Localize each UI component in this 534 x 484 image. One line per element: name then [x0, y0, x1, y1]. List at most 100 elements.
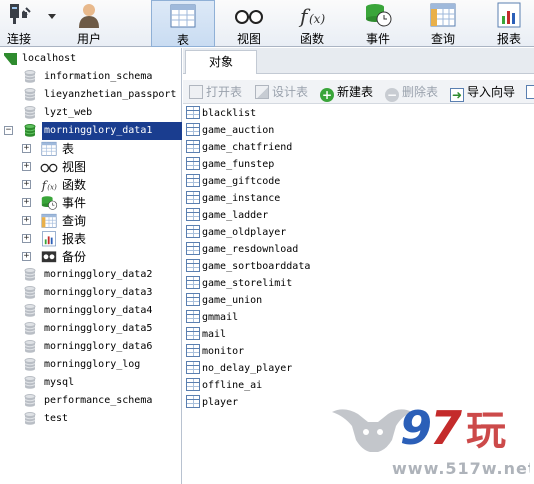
tree-node-5[interactable]: 报表: [62, 230, 86, 248]
table-icon: [186, 327, 200, 340]
table-list-item[interactable]: game_resdownload: [186, 241, 298, 258]
design-table-button[interactable]: 设计表: [255, 83, 308, 101]
table-icon: [186, 174, 200, 187]
toolbar-user-button[interactable]: 用户: [70, 0, 108, 47]
table-icon: [186, 157, 200, 170]
tree-node-1[interactable]: 视图: [62, 158, 86, 176]
database-item[interactable]: morningglory_data5: [44, 320, 152, 338]
table-list-item[interactable]: mail: [186, 326, 226, 343]
toolbar-query-button[interactable]: 查询: [418, 0, 468, 47]
table-icon: [186, 276, 200, 289]
table-list-item[interactable]: game_giftcode: [186, 173, 280, 190]
open-table-button[interactable]: 打开表: [189, 83, 242, 101]
function-fx-icon: f (x): [40, 177, 58, 193]
table-list-item[interactable]: monitor: [186, 343, 244, 360]
database-item[interactable]: morningglory_data3: [44, 284, 152, 302]
table-list-item[interactable]: game_chatfriend: [186, 139, 292, 156]
table-list-item[interactable]: game_instance: [186, 190, 280, 207]
table-list-item[interactable]: no_delay_player: [186, 360, 292, 377]
table-icon: [186, 191, 200, 204]
expand-toggle-icon[interactable]: +: [22, 234, 31, 243]
table-name: offline_ai: [202, 380, 263, 391]
database-item[interactable]: information_schema: [44, 68, 152, 86]
table-name: no_delay_player: [202, 363, 293, 374]
function-fx-icon: f (x): [297, 2, 327, 28]
database-item[interactable]: lyzt_web: [44, 104, 92, 122]
main-toolbar: 连接 用户 表 视图 f (x) 函数 事件 查询 报表: [0, 0, 534, 47]
database-item[interactable]: mysql: [44, 374, 74, 392]
collapse-toggle-icon[interactable]: −: [4, 126, 13, 135]
table-list-item[interactable]: game_storelimit: [186, 275, 292, 292]
database-item[interactable]: morningglory_data4: [44, 302, 152, 320]
tab-objects[interactable]: 对象: [185, 50, 257, 74]
import-wizard-button[interactable]: ➜ 导入向导: [450, 83, 515, 102]
database-item[interactable]: lieyanzhetian_passport: [44, 86, 176, 104]
tree-node-2[interactable]: 函数: [62, 176, 86, 194]
tree-node-4[interactable]: 查询: [62, 212, 86, 230]
toolbar-report-button[interactable]: 报表: [488, 0, 530, 47]
expand-toggle-icon[interactable]: +: [22, 252, 31, 261]
table-name: game_ladder: [202, 210, 269, 221]
expand-toggle-icon[interactable]: +: [22, 144, 31, 153]
table-list-item[interactable]: game_oldplayer: [186, 224, 286, 241]
table-icon: [186, 140, 200, 153]
table-name: game_sortboarddata: [202, 261, 311, 272]
toolbar-event-label: 事件: [365, 32, 390, 46]
svg-text:玩: 玩: [466, 408, 506, 454]
table-list-item[interactable]: player: [186, 394, 238, 411]
table-list-item[interactable]: game_union: [186, 292, 262, 309]
toolbar-report-label: 报表: [496, 32, 521, 46]
table-icon: [186, 106, 200, 119]
toolbar-event-button[interactable]: 事件: [354, 0, 402, 47]
table-list-item[interactable]: game_auction: [186, 122, 274, 139]
table-icon: [186, 225, 200, 238]
tree-root-localhost[interactable]: localhost: [22, 50, 76, 68]
toolbar-table-button[interactable]: 表: [151, 0, 215, 47]
expand-toggle-icon[interactable]: +: [22, 216, 31, 225]
database-item[interactable]: performance_schema: [44, 392, 152, 410]
table-icon: [186, 310, 200, 323]
database-item[interactable]: test: [44, 410, 68, 428]
table-icon: [186, 242, 200, 255]
object-action-bar: 打开表 设计表 + 新建表 − 删除表 ➜ 导入向导: [183, 80, 534, 104]
table-icon: [186, 259, 200, 272]
tree-node-6[interactable]: 备份: [62, 248, 86, 266]
database-item-selected[interactable]: morningglory_data1: [42, 122, 182, 140]
database-icon: [24, 412, 36, 425]
toolbar-view-label: 视图: [236, 32, 261, 46]
toolbar-table-label: 表: [176, 33, 189, 47]
tree-node-3[interactable]: 事件: [62, 194, 86, 212]
table-name: game_union: [202, 295, 263, 306]
clock-event-icon: [363, 2, 393, 28]
expand-toggle-icon[interactable]: +: [22, 198, 31, 207]
connect-dropdown-arrow-icon[interactable]: [48, 14, 56, 19]
table-list-item[interactable]: game_ladder: [186, 207, 268, 224]
table-name: mail: [202, 329, 227, 340]
database-item[interactable]: morningglory_data6: [44, 338, 152, 356]
toolbar-function-button[interactable]: f (x) 函数: [288, 0, 336, 47]
database-icon: [24, 88, 36, 101]
export-wizard-button[interactable]: [526, 83, 534, 101]
table-list-item[interactable]: blacklist: [186, 105, 256, 122]
expand-toggle-icon[interactable]: +: [22, 180, 31, 189]
table-list-item[interactable]: game_funstep: [186, 156, 274, 173]
expand-toggle-icon[interactable]: +: [22, 162, 31, 171]
toolbar-connect-button[interactable]: 连接: [0, 0, 38, 47]
watermark-url: www.517w.net: [392, 459, 530, 478]
design-table-icon: [255, 85, 269, 99]
toolbar-view-button[interactable]: 视图: [223, 0, 275, 47]
table-icon: [186, 208, 200, 221]
tree-node-0[interactable]: 表: [62, 140, 74, 158]
table-list-item[interactable]: gmmail: [186, 309, 238, 326]
import-icon: ➜: [450, 88, 464, 102]
delete-table-button[interactable]: − 删除表: [385, 83, 438, 102]
table-list-item[interactable]: offline_ai: [186, 377, 262, 394]
table-list-item[interactable]: game_sortboarddata: [186, 258, 310, 275]
database-item[interactable]: morningglory_log: [44, 356, 140, 374]
glasses-view-icon: [234, 2, 264, 28]
table-icon: [40, 141, 58, 157]
report-chart-icon: [494, 2, 524, 28]
new-table-button[interactable]: + 新建表: [320, 83, 373, 102]
database-item[interactable]: morningglory_data2: [44, 266, 152, 284]
table-icon: [186, 344, 200, 357]
